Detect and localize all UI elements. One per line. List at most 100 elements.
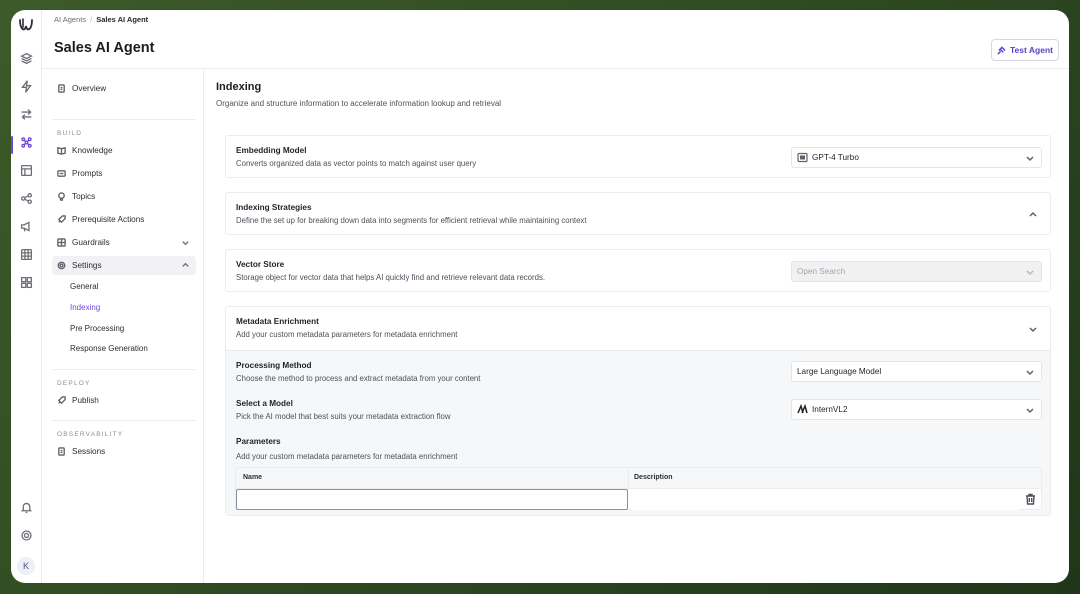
parameters-table: Name Description [235,467,1042,510]
layers-icon[interactable] [18,50,34,66]
nav-guardrails-label: Guardrails [72,238,110,247]
parameters-desc: Add your custom metadata parameters for … [236,452,458,461]
vector-store-title: Vector Store [236,260,285,269]
vector-store-card: Vector Store Storage object for vector d… [225,249,1051,292]
nav-settings[interactable]: Settings [52,256,196,275]
grid-icon [57,237,67,248]
model-value: InternVL2 [812,405,848,414]
grid-table-icon[interactable] [18,246,34,262]
model-select[interactable]: InternVL2 [791,399,1042,420]
main-panel: Indexing Organize and structure informat… [204,69,1069,583]
indexing-strategies-card[interactable]: Indexing Strategies Define the set up fo… [225,192,1051,235]
document-icon [57,83,67,94]
model-desc: Pick the AI model that best suits your m… [236,412,451,421]
nav-prompts-label: Prompts [72,169,103,178]
chevron-up-icon[interactable] [181,261,190,270]
nav-settings-label: Settings [72,261,102,270]
breadcrumb-separator: / [90,15,93,24]
internvl-icon [797,404,808,415]
processing-method-value: Large Language Model [797,367,882,376]
avatar[interactable]: K [17,557,35,575]
rocket-icon [57,395,67,406]
gear-icon [57,261,67,271]
embedding-model-value: GPT-4 Turbo [812,153,859,162]
settings-sidebar: Overview BUILD Knowledge Prompts Topics … [42,69,204,583]
chevron-up-icon[interactable] [1028,209,1038,219]
page-title: Sales AI Agent [54,40,155,56]
nav-sessions[interactable]: Sessions [52,442,196,461]
chevron-down-icon [1025,367,1035,377]
enrichment-desc: Add your custom metadata parameters for … [236,330,458,339]
agents-icon[interactable] [18,134,34,150]
model-icon [797,152,808,163]
nav-sub-preprocessing[interactable]: Pre Processing [70,324,124,333]
metadata-enrichment-card: Metadata Enrichment Add your custom meta… [225,306,1051,516]
bell-icon[interactable] [18,499,34,515]
vector-store-value: Open Search [797,267,846,276]
test-agent-label: Test Agent [1010,45,1053,55]
nav-knowledge[interactable]: Knowledge [52,141,196,160]
strategies-title: Indexing Strategies [236,203,312,212]
processing-method-select[interactable]: Large Language Model [791,361,1042,382]
column-description-header: Description [634,474,673,481]
chevron-down-icon[interactable] [181,238,190,247]
column-name-header: Name [243,474,263,481]
column-divider [628,468,629,489]
processing-desc: Choose the method to process and extract… [236,374,481,383]
icon-rail: K [11,10,42,583]
test-agent-button[interactable]: Test Agent [991,39,1059,61]
content-area: AI Agents / Sales AI Agent Sales AI Agent … [42,10,1069,583]
table-header: Name Description [236,468,1041,489]
gear-icon[interactable] [18,527,34,543]
section-observability: OBSERVABILITY [57,431,124,438]
model-title: Select a Model [236,399,293,408]
nav-sub-response-generation[interactable]: Response Generation [70,344,148,353]
section-deploy: DEPLOY [57,380,91,387]
bolt-icon[interactable] [18,78,34,94]
rail-bottom: K [17,487,35,575]
nav-sub-indexing[interactable]: Indexing [70,303,100,312]
trash-icon[interactable] [1025,493,1036,505]
divider [52,420,196,421]
nav-publish-label: Publish [72,396,99,405]
embedding-desc: Converts organized data as vector points… [236,159,477,168]
nav-overview[interactable]: Overview [52,79,196,98]
strategies-desc: Define the set up for breaking down data… [236,216,587,225]
book-icon [57,146,67,156]
breadcrumb: AI Agents / Sales AI Agent [54,15,148,24]
breadcrumb-parent[interactable]: AI Agents [54,15,86,24]
share-icon[interactable] [18,190,34,206]
nav-guardrails[interactable]: Guardrails [52,233,196,252]
chevron-down-icon [1025,267,1035,277]
vector-store-select[interactable]: Open Search [791,261,1042,282]
parameters-title: Parameters [236,437,281,446]
app-logo-icon[interactable] [16,16,36,36]
nav-overview-label: Overview [72,84,107,93]
section-build: BUILD [57,130,83,137]
nav-sub-general[interactable]: General [70,282,98,291]
active-indicator [11,136,13,154]
transfer-icon[interactable] [18,106,34,122]
embedding-model-select[interactable]: GPT-4 Turbo [791,147,1042,168]
parameter-name-input[interactable] [236,489,628,510]
section-title: Indexing [216,81,262,93]
apps-icon[interactable] [18,274,34,290]
nav-publish[interactable]: Publish [52,391,196,410]
embedding-title: Embedding Model [236,146,307,155]
nav-prerequisite-label: Prerequisite Actions [72,215,145,224]
nav-topics-label: Topics [72,192,96,201]
test-icon [997,45,1006,55]
section-subtitle: Organize and structure information to ac… [216,99,502,108]
megaphone-icon[interactable] [18,218,34,234]
chevron-down-icon[interactable] [1028,323,1038,333]
nav-prompts[interactable]: Prompts [52,164,196,183]
parameter-description-input[interactable] [631,489,1019,510]
embedding-model-card: Embedding Model Converts organized data … [225,135,1051,178]
divider [52,369,196,370]
breadcrumb-current: Sales AI Agent [96,15,149,24]
table-icon[interactable] [18,162,34,178]
vector-store-desc: Storage object for vector data that help… [236,273,546,282]
nav-topics[interactable]: Topics [52,187,196,206]
topbar: AI Agents / Sales AI Agent Sales AI Agent … [42,10,1069,69]
nav-prerequisite-actions[interactable]: Prerequisite Actions [52,210,196,229]
